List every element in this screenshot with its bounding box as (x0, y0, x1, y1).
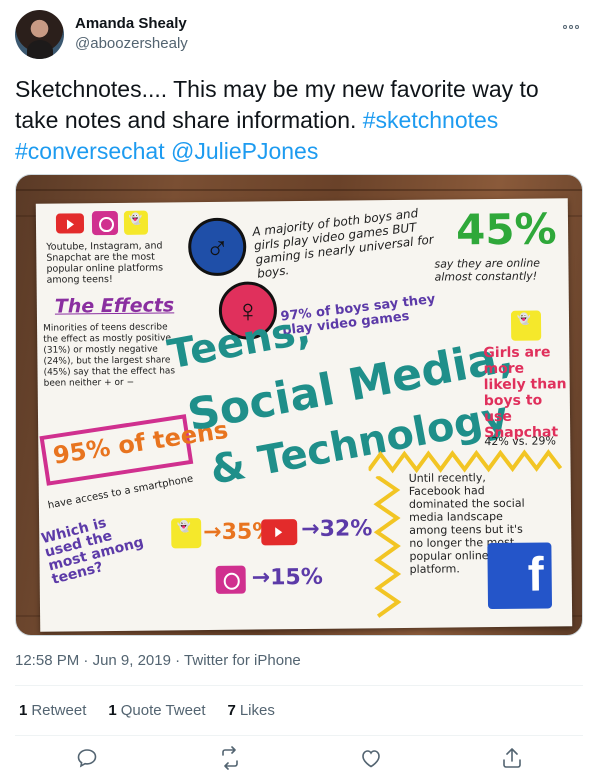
engagement-stats: 1 Retweet 1 Quote Tweet 7 Likes (19, 702, 275, 719)
gaming-text: A majority of both boys and girls play v… (251, 205, 435, 281)
author-handle[interactable]: @aboozershealy (75, 35, 188, 52)
stat-quote-tweets[interactable]: 1 Quote Tweet (108, 702, 205, 719)
effects-heading: The Effects (54, 294, 175, 318)
hashtag-sketchnotes[interactable]: #sketchnotes (363, 107, 499, 133)
stat-instagram: →15% (251, 564, 323, 591)
quote-count: 1 (108, 702, 117, 719)
girls-text: Girls are more likely than boys to use S… (483, 344, 567, 442)
mention-juliepjones[interactable]: @JuliePJones (171, 138, 318, 164)
tweet-header: Amanda Shealy @aboozershealy (15, 10, 583, 62)
tweet-time: 12:58 PM (15, 652, 80, 669)
meta-separator: · (83, 652, 89, 669)
girls-stat: 42% vs. 29% (484, 434, 556, 449)
snapchat-icon (171, 518, 202, 549)
percent-45-text: 45% (455, 204, 557, 255)
tweet-photo[interactable]: Youtube, Instagram, and Snapchat are the… (15, 174, 583, 636)
divider (15, 735, 583, 736)
more-horizontal-icon[interactable] (563, 16, 583, 29)
likes-label: Likes (239, 702, 275, 719)
male-symbol-icon: ♂ (187, 217, 247, 277)
hashtag-conversechat[interactable]: #conversechat (15, 138, 165, 164)
retweet-count: 1 (19, 702, 28, 719)
platforms-note: Youtube, Instagram, and Snapchat are the… (46, 240, 164, 286)
author-display-name[interactable]: Amanda Shealy (75, 15, 187, 32)
tweet-timestamp[interactable]: 12:58 PM · Jun 9, 2019 · Twitter for iPh… (15, 652, 301, 669)
sketchnote-paper: Youtube, Instagram, and Snapchat are the… (35, 198, 573, 632)
tweet-date: Jun 9, 2019 (92, 652, 171, 669)
youtube-icon (261, 519, 298, 546)
snapchat-icon (123, 210, 149, 235)
retweet-icon[interactable] (218, 746, 242, 770)
snapchat-icon (510, 310, 542, 341)
which-used-text: Which is used the most among teens? (39, 514, 146, 588)
action-bar (15, 746, 583, 776)
instagram-icon (215, 565, 246, 594)
effects-text: Minorities of teens describe the effect … (43, 322, 176, 389)
constantly-text: say they are online almost constantly! (434, 256, 541, 284)
likes-count: 7 (227, 702, 236, 719)
stat-retweets[interactable]: 1 Retweet (19, 702, 86, 719)
facebook-icon: f (487, 542, 553, 610)
reply-icon[interactable] (75, 746, 99, 770)
avatar[interactable] (15, 10, 64, 59)
stat-youtube: →32% (301, 516, 373, 543)
quote-label: Quote Tweet (120, 702, 206, 719)
tweet-text: Sketchnotes.... This may be my new favor… (15, 74, 575, 167)
zigzag-decoration (373, 475, 402, 618)
stat-likes[interactable]: 7 Likes (228, 702, 275, 719)
meta-separator: · (175, 652, 181, 669)
retweet-label: Retweet (31, 702, 87, 719)
divider (15, 685, 583, 686)
share-icon[interactable] (500, 746, 524, 770)
like-icon[interactable] (359, 746, 383, 770)
instagram-icon (91, 210, 119, 236)
tweet-source[interactable]: Twitter for iPhone (184, 652, 301, 669)
youtube-icon (55, 213, 85, 234)
